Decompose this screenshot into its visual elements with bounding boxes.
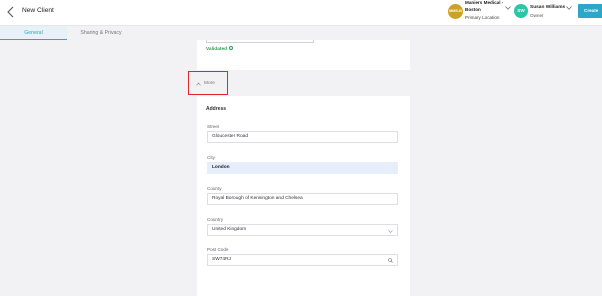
- chevron-down-icon[interactable]: [505, 6, 511, 10]
- more-toggle-button[interactable]: More: [188, 71, 228, 95]
- country-label: Country: [207, 217, 224, 222]
- tab-general[interactable]: General: [0, 26, 67, 40]
- postcode-label: Post Code: [207, 247, 229, 252]
- country-select[interactable]: United Kingdom: [207, 224, 398, 236]
- search-icon[interactable]: [388, 258, 393, 263]
- check-circle-icon: [229, 46, 234, 50]
- county-label: County: [207, 185, 222, 191]
- location-role: Primary Location: [465, 14, 500, 20]
- location-avatar[interactable]: MMS-B: [448, 4, 463, 19]
- identity-card: Validated: [197, 40, 410, 70]
- chevron-down-icon: [388, 230, 393, 233]
- previous-field[interactable]: [206, 40, 314, 43]
- city-label: City: [207, 155, 215, 160]
- user-role: Owner: [530, 12, 544, 18]
- user-avatar[interactable]: SW: [514, 4, 528, 18]
- street-field[interactable]: Gloucester Road: [207, 131, 398, 143]
- country-value: United Kingdom: [212, 227, 247, 232]
- validated-status: Validated: [206, 46, 234, 52]
- chevron-up-icon: [196, 82, 201, 86]
- location-name[interactable]: Maniers Medical - Boston: [465, 0, 507, 13]
- validated-label: Validated: [206, 46, 228, 52]
- chevron-down-icon[interactable]: [566, 6, 572, 10]
- page-title: New Client: [22, 7, 54, 14]
- address-card: Address Street Gloucester Road City Lond…: [197, 96, 410, 296]
- create-button[interactable]: Create: [578, 4, 602, 18]
- address-section-title: Address: [206, 106, 227, 112]
- postcode-field[interactable]: SW74RJ: [207, 254, 398, 266]
- street-label: Street: [207, 124, 220, 129]
- more-row: More: [188, 70, 410, 96]
- tab-sharing-privacy[interactable]: Sharing & Privacy: [67, 26, 135, 40]
- more-label: More: [204, 81, 215, 86]
- back-arrow-icon[interactable]: [6, 6, 16, 18]
- tab-bar: General Sharing & Privacy: [0, 26, 602, 40]
- user-name[interactable]: Susan Williams: [530, 5, 565, 10]
- top-bar: New Client MMS-B Maniers Medical - Bosto…: [0, 0, 602, 26]
- city-field[interactable]: London: [207, 162, 398, 174]
- county-field[interactable]: Royal Borough of Kensington and Chelsea: [207, 193, 398, 205]
- postcode-value: SW74RJ: [212, 257, 231, 262]
